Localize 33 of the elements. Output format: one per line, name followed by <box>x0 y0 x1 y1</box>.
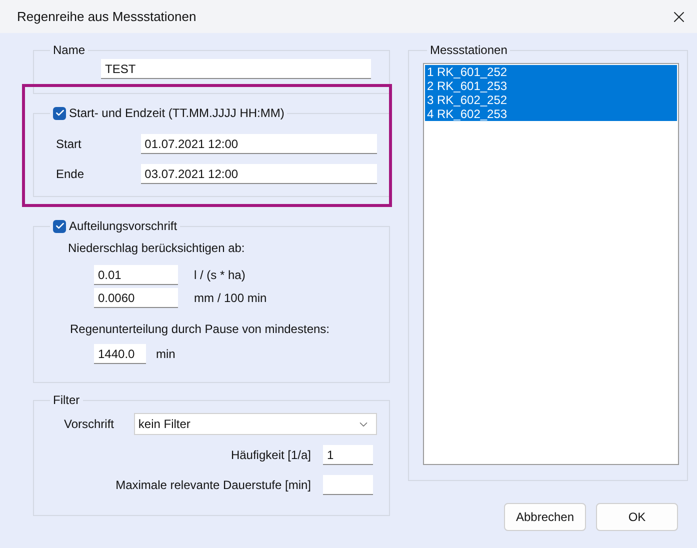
field-label: Start <box>56 137 82 151</box>
date-field[interactable]: 03.07.2021 12:00 <box>140 164 377 184</box>
filter-dropdown[interactable]: kein Filter <box>134 413 377 435</box>
group-label: Messstationen <box>430 43 508 57</box>
unit-label: min <box>156 347 176 361</box>
unit-label: l / (s * ha) <box>194 268 246 282</box>
checkbox-label: Start- und Endzeit (TT.MM.JJJJ HH:MM) <box>69 106 284 120</box>
frequency-field[interactable]: 1 <box>323 445 373 465</box>
group-label: Name <box>53 43 86 57</box>
unit-label: mm / 100 min <box>194 291 267 305</box>
checkbox[interactable] <box>53 220 66 232</box>
group-label: Filter <box>53 393 80 407</box>
section-label: Regenunterteilung durch Pause von mindestens: <box>70 322 330 336</box>
date-field[interactable]: 01.07.2021 12:00 <box>140 134 377 154</box>
ok-button[interactable]: OK <box>596 503 678 531</box>
list-item[interactable]: 4 RK_602_253 <box>425 107 677 121</box>
list-item[interactable]: 1 RK_601_252 <box>425 65 677 79</box>
field-label: Häufigkeit [1/a] <box>230 448 311 462</box>
threshold-field[interactable]: 0.0060 <box>94 288 178 308</box>
window-title: Regenreihe aus Messstationen <box>17 9 196 24</box>
field-label: Ende <box>56 167 86 181</box>
section-label: Niederschlag berücksichtigen ab: <box>68 241 245 255</box>
checkbox[interactable] <box>53 106 66 120</box>
field-label: Maximale relevante Dauerstufe [min] <box>116 478 311 492</box>
duration-field[interactable] <box>323 475 373 495</box>
pause-field[interactable]: 1440.0 <box>94 344 146 364</box>
list-item[interactable]: 2 RK_601_253 <box>425 79 677 93</box>
threshold-field[interactable]: 0.01 <box>94 265 178 285</box>
field-label: Vorschrift <box>64 417 114 431</box>
cancel-button[interactable]: Abbrechen <box>504 503 586 531</box>
list-item[interactable]: 3 RK_602_252 <box>425 93 677 107</box>
name-field[interactable]: TEST <box>101 59 371 79</box>
checkbox-label: Aufteilungsvorschrift <box>69 219 178 233</box>
